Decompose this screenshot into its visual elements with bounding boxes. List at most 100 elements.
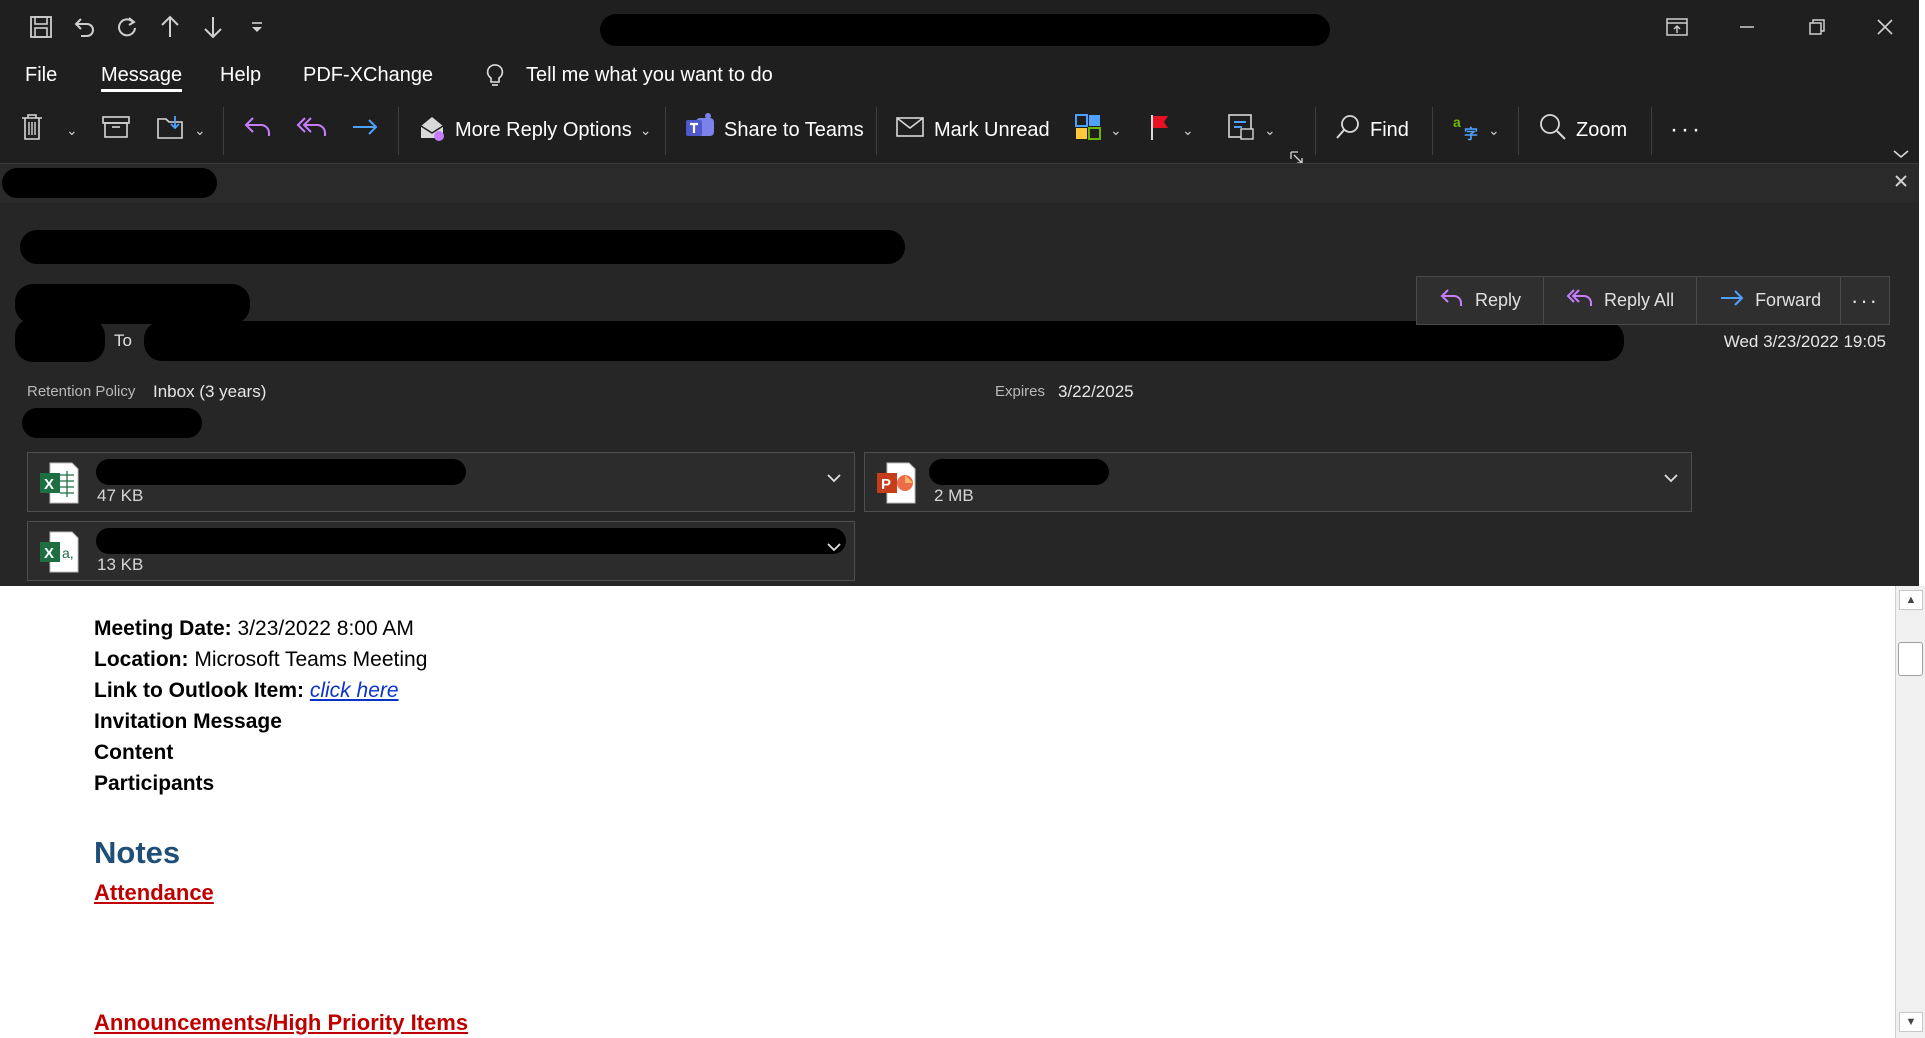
attachment-size: 2 MB <box>934 486 974 505</box>
scroll-down-arrow[interactable]: ▼ <box>1899 1012 1923 1032</box>
redacted-info <box>2 168 217 198</box>
menu-help[interactable]: Help <box>220 64 261 87</box>
ribbon-display-icon[interactable] <box>1654 6 1700 48</box>
reply-all-button[interactable]: Reply All <box>1544 277 1698 324</box>
more-dots-icon: ··· <box>1851 287 1879 313</box>
more-dots-icon: ··· <box>1670 116 1703 143</box>
save-icon[interactable] <box>24 10 58 44</box>
close-icon[interactable] <box>1862 6 1908 48</box>
participants-heading: Participants <box>94 772 214 796</box>
categorize-icon <box>1074 113 1102 147</box>
vertical-scrollbar[interactable]: ▲ ▼ <box>1895 586 1925 1038</box>
sent-date: Wed 3/23/2022 19:05 <box>1723 332 1886 351</box>
undo-icon[interactable] <box>67 10 101 44</box>
divider <box>1315 107 1316 155</box>
minimize-icon[interactable] <box>1724 6 1770 48</box>
chevron-down-icon[interactable] <box>1663 471 1679 489</box>
redacted-subject <box>600 14 1330 46</box>
announcements-heading: Announcements/High Priority Items <box>94 1010 469 1035</box>
find-button[interactable]: Find <box>1334 109 1409 151</box>
rules-icon <box>1226 112 1256 148</box>
reply-ribbon-button[interactable] <box>243 109 273 151</box>
divider <box>665 107 666 155</box>
svg-text:a,: a, <box>62 545 74 561</box>
click-here-link[interactable]: click here <box>310 679 399 702</box>
outlook-link-line: Link to Outlook Item: click here <box>94 679 399 703</box>
share-to-teams-button[interactable]: Share to Teams <box>684 109 864 151</box>
redacted-filename <box>96 528 846 554</box>
forward-icon <box>350 115 380 145</box>
invitation-message-heading: Invitation Message <box>94 710 282 734</box>
attendance-heading: Attendance <box>94 880 214 905</box>
move-button[interactable]: ⌄ <box>156 109 206 151</box>
chevron-down-icon: ⌄ <box>1264 121 1276 138</box>
participants-text: Participants <box>94 772 215 795</box>
more-reply-options-button[interactable]: More Reply Options ⌄ <box>417 109 651 151</box>
outlook-link-label: Link to Outlook Item: <box>94 679 304 702</box>
dismiss-icon[interactable] <box>1893 173 1909 194</box>
chevron-down-icon[interactable]: ⌄ <box>66 122 78 139</box>
scroll-thumb[interactable] <box>1898 642 1923 676</box>
restore-icon[interactable] <box>1794 6 1840 48</box>
divider <box>876 107 877 155</box>
forward-button[interactable]: Forward <box>1697 277 1843 324</box>
tell-me-search[interactable]: Tell me what you want to do <box>526 64 773 87</box>
search-icon <box>1334 113 1362 147</box>
meeting-date-line: Meeting Date: 3/23/2022 8:00 AM <box>94 617 414 641</box>
scroll-up-arrow[interactable]: ▲ <box>1899 590 1923 610</box>
window-edge <box>1919 0 1925 586</box>
delete-button[interactable]: ⌄ <box>20 109 78 151</box>
customize-quick-access-icon[interactable] <box>240 10 274 44</box>
chevron-down-icon: ⌄ <box>639 121 652 138</box>
archive-button[interactable] <box>102 109 130 151</box>
meeting-date-value: 3/23/2022 8:00 AM <box>237 617 414 640</box>
menu-file[interactable]: File <box>25 64 57 87</box>
menu-bar: File Message Help PDF-XChange Tell me wh… <box>0 55 1925 99</box>
location-line: Location: Microsoft Teams Meeting <box>94 648 427 672</box>
envelope-icon <box>894 114 926 146</box>
categorize-button[interactable]: ⌄ <box>1074 109 1122 151</box>
zoom-button[interactable]: Zoom <box>1538 109 1627 151</box>
follow-up-button[interactable]: ⌄ <box>1148 109 1194 151</box>
reply-actions: Reply Reply All Forward <box>1416 276 1845 325</box>
zoom-label: Zoom <box>1576 118 1628 141</box>
arrow-up-icon[interactable] <box>153 10 187 44</box>
chevron-down-icon: ⌄ <box>1110 121 1122 138</box>
chevron-down-icon: ⌄ <box>1182 121 1194 138</box>
lightbulb-icon <box>485 63 505 95</box>
reply-all-ribbon-button[interactable] <box>296 109 328 151</box>
forward-ribbon-button[interactable] <box>350 109 380 151</box>
attachment-card[interactable]: P 2 MB <box>864 452 1692 512</box>
divider <box>223 107 224 155</box>
message-header: To Reply Reply All Forward ··· Wed 3/23/… <box>0 203 1925 586</box>
menu-pdf-xchange[interactable]: PDF-XChange <box>303 64 433 87</box>
divider <box>398 107 399 155</box>
arrow-down-icon[interactable] <box>196 10 230 44</box>
retention-policy-label: Retention Policy <box>27 383 136 400</box>
rules-button[interactable]: ⌄ <box>1226 109 1276 151</box>
svg-text:X: X <box>44 545 54 562</box>
more-commands-button[interactable]: ··· <box>1670 109 1703 151</box>
redacted-filename <box>96 459 466 485</box>
powerpoint-file-icon: P <box>877 462 916 504</box>
reply-button[interactable]: Reply <box>1417 277 1545 324</box>
archive-icon <box>102 115 130 145</box>
attachment-card[interactable]: X 47 KB <box>27 452 855 512</box>
chevron-down-icon[interactable] <box>826 540 842 558</box>
menu-message[interactable]: Message <box>101 64 183 92</box>
divider <box>1518 107 1519 155</box>
move-folder-icon <box>156 114 186 146</box>
mark-unread-button[interactable]: Mark Unread <box>894 109 1050 151</box>
reply-all-icon <box>1566 287 1594 314</box>
location-value: Microsoft Teams Meeting <box>194 648 428 671</box>
reply-icon <box>243 115 273 145</box>
location-label: Location: <box>94 648 189 671</box>
more-actions-button[interactable]: ··· <box>1840 276 1890 325</box>
chevron-down-icon[interactable] <box>826 471 842 489</box>
reply-options-icon <box>417 112 447 148</box>
translate-button[interactable]: a字 ⌄ <box>1452 109 1500 151</box>
attachment-card[interactable]: a, X 13 KB <box>27 521 855 581</box>
chevron-down-icon[interactable]: ⌄ <box>194 122 206 139</box>
excel-file-icon: a, X <box>40 531 79 573</box>
redo-icon[interactable] <box>110 10 144 44</box>
